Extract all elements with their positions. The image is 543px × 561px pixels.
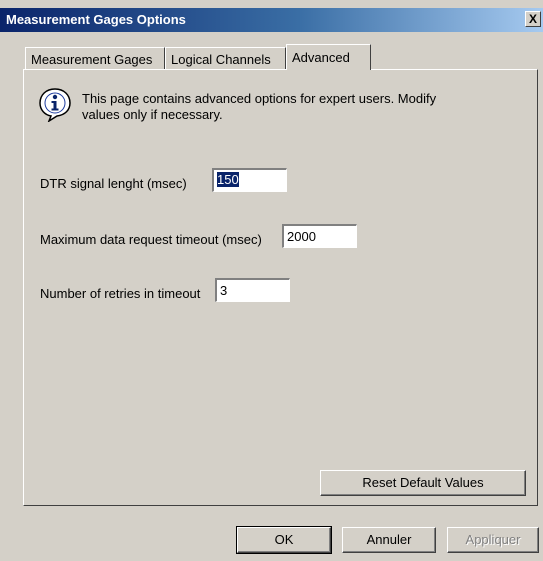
info-message: This page contains advanced options for … [82, 91, 437, 122]
ok-button[interactable]: OK [236, 526, 332, 554]
tab-logical-channels[interactable]: Logical Channels [165, 47, 286, 69]
retries-label: Number of retries in timeout [40, 286, 201, 301]
retries-input[interactable] [215, 278, 290, 302]
dtr-label: DTR signal lenght (msec) [40, 176, 187, 191]
dtr-signal-length-input[interactable]: 150 [212, 168, 287, 192]
tab-measurement-gages[interactable]: Measurement Gages [25, 47, 165, 69]
options-dialog: Measurement Gages Options X Measurement … [0, 0, 543, 561]
tab-label: Measurement Gages [31, 52, 153, 67]
title-bar[interactable]: Measurement Gages Options X [0, 8, 543, 32]
tab-advanced[interactable]: Advanced [286, 44, 371, 70]
info-icon [39, 88, 71, 122]
max-data-request-timeout-input[interactable] [282, 224, 357, 248]
window-title: Measurement Gages Options [6, 12, 186, 27]
dtr-value: 150 [217, 172, 239, 187]
tab-label: Logical Channels [171, 52, 271, 67]
apply-button[interactable]: Appliquer [447, 527, 539, 553]
tab-label: Advanced [292, 50, 350, 65]
close-button[interactable]: X [525, 11, 541, 27]
timeout-label: Maximum data request timeout (msec) [40, 232, 262, 247]
reset-default-values-button[interactable]: Reset Default Values [320, 470, 526, 496]
cancel-button[interactable]: Annuler [342, 527, 436, 553]
